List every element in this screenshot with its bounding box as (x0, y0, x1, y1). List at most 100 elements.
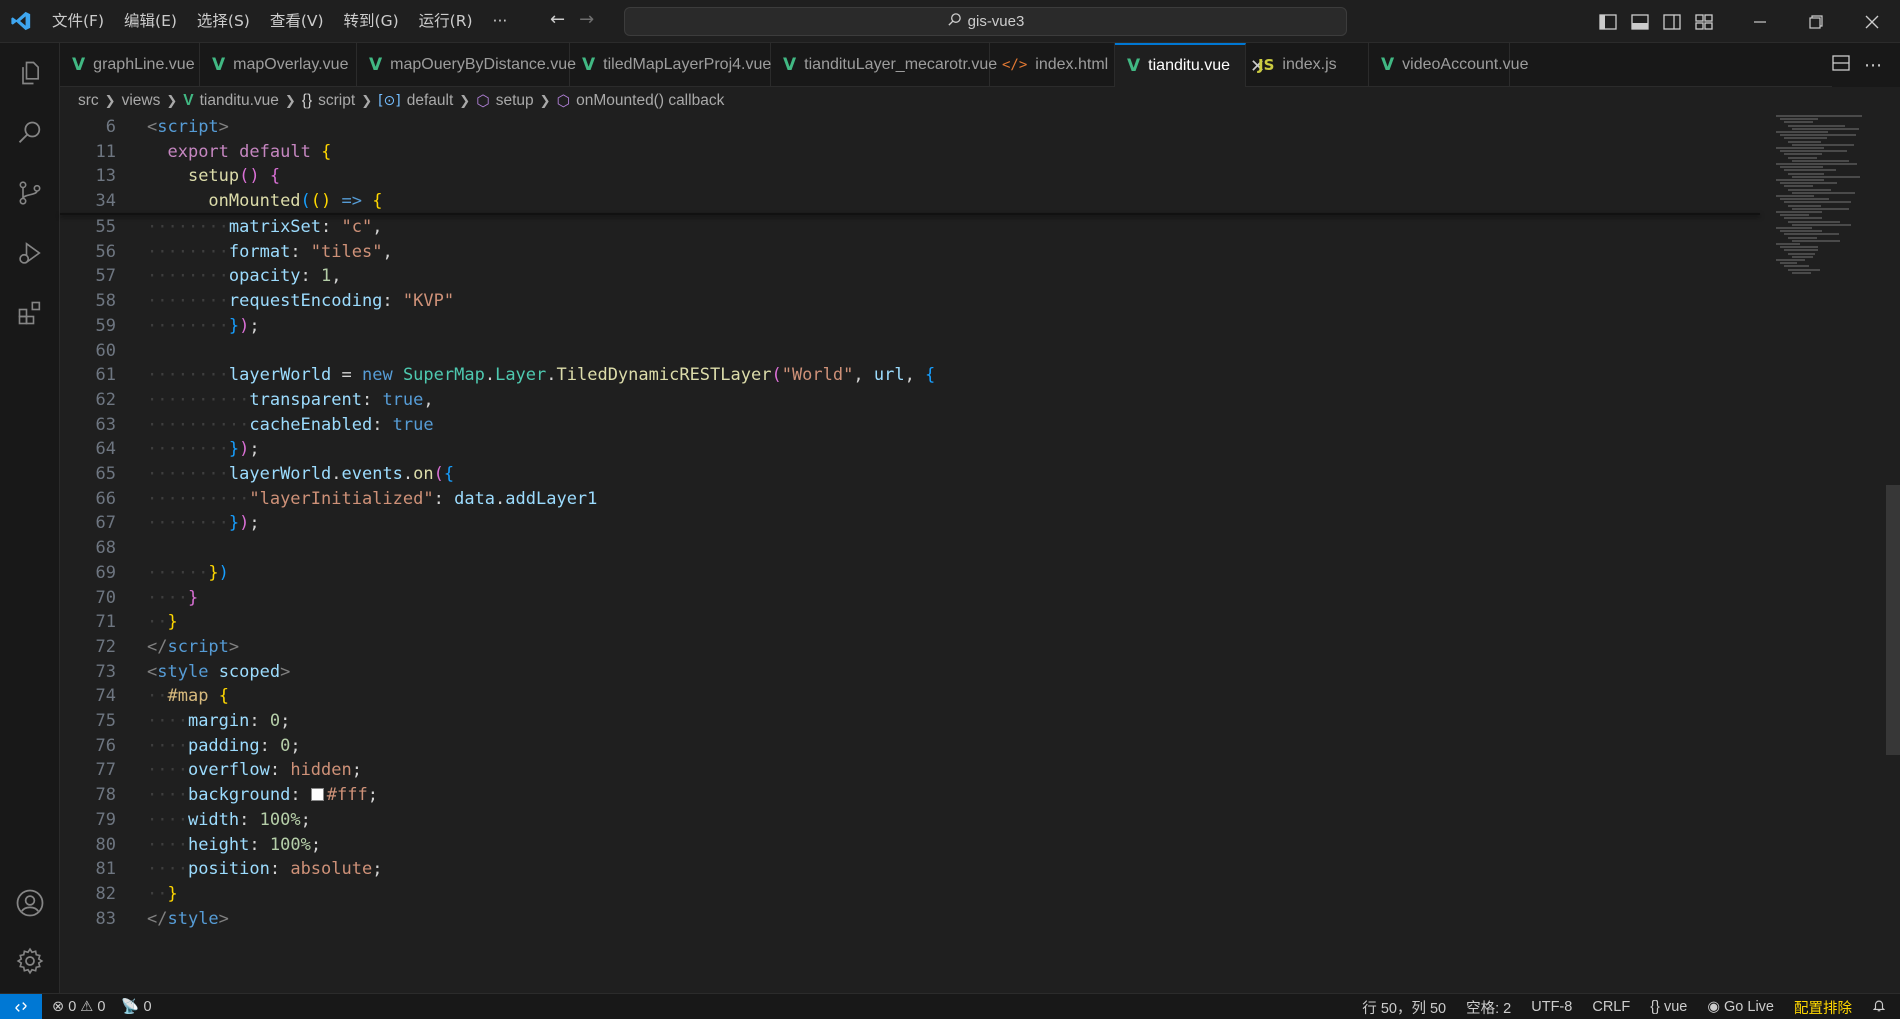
chevron-right-icon: ❯ (166, 93, 178, 109)
problems-indicator[interactable]: ⊗ 0 ⚠ 0 (52, 999, 105, 1015)
whitespace-marker: ········ (147, 241, 229, 262)
settings-gear-icon[interactable] (0, 933, 60, 989)
tab-tianditu-vue[interactable]: Vtianditu.vue ✕ (1115, 43, 1265, 87)
code-token: 100% (259, 809, 301, 830)
menu-item[interactable]: 选择(S) (187, 0, 260, 43)
code-token: > (218, 908, 229, 929)
breadcrumb-views[interactable]: views (122, 92, 161, 110)
menu-item[interactable]: 编辑(E) (114, 0, 187, 43)
code-line: 72 </script> (60, 635, 1760, 660)
code-token: { (925, 365, 936, 386)
minimap-line (1784, 137, 1827, 140)
tab-tianditulayer-mecarotr-vue[interactable]: VtiandituLayer_mecarotr.vue (771, 43, 997, 87)
tab-index-html[interactable]: </> index.html (990, 43, 1115, 87)
toggle-panel-icon[interactable] (1624, 0, 1656, 43)
more-menu-button[interactable]: ··· (483, 0, 518, 43)
line-text: ··} (147, 610, 178, 635)
code-token: TiledDynamicRESTLayer (556, 365, 772, 386)
line-number: 68 (95, 538, 116, 559)
minimap-line (1788, 236, 1817, 239)
ports-indicator[interactable]: 📡 0 (121, 998, 151, 1015)
restore-icon[interactable] (1788, 0, 1844, 43)
chevron-right-icon: ❯ (284, 93, 296, 109)
minimap-line (1780, 262, 1798, 265)
minimap[interactable] (1776, 115, 1886, 285)
line-number: 67 (95, 513, 116, 534)
minimap-line (1788, 172, 1825, 175)
minimap-line (1784, 249, 1819, 252)
command-center-search[interactable]: gis-vue3 (624, 7, 1347, 36)
config-exclude-button[interactable]: 配置排除 (1794, 997, 1852, 1018)
notifications-bell-icon[interactable] (1872, 998, 1886, 1017)
minimap-line (1784, 121, 1813, 124)
tab-graphline-vue[interactable]: VgraphLine.vue (60, 43, 200, 87)
go-live-button[interactable]: ◉ Go Live (1707, 999, 1774, 1015)
code-token: () (239, 166, 260, 187)
source-control-icon[interactable] (0, 165, 60, 221)
split-editor-icon[interactable] (1832, 55, 1850, 75)
tab-index-js[interactable]: JS index.js (1246, 43, 1369, 87)
tab-mapoverlay-vue[interactable]: VmapOverlay.vue (200, 43, 357, 87)
breadcrumb-callback[interactable]: onMounted() callback (576, 92, 724, 110)
minimap-line (1784, 233, 1840, 236)
code-token: ( (433, 464, 444, 484)
close-window-icon[interactable] (1844, 0, 1900, 43)
language-mode[interactable]: {} vue (1650, 999, 1687, 1015)
color-swatch[interactable] (310, 788, 324, 802)
line-text: ··········cacheEnabled: true (147, 413, 434, 438)
tab-mapouerybydistance-vue[interactable]: VmapOueryByDistance.vue (357, 43, 576, 87)
end-of-line[interactable]: CRLF (1592, 999, 1630, 1015)
code-token: ) (218, 562, 229, 583)
toggle-secondary-sidebar-icon[interactable] (1656, 0, 1688, 43)
whitespace-marker: ···· (147, 711, 188, 731)
menu-item[interactable]: 转到(G) (334, 0, 409, 43)
code-token: > (218, 117, 229, 137)
breadcrumb-file[interactable]: tianditu.vue (200, 92, 279, 110)
code-editor[interactable]: 6 <script> 11 export default {13 setup() {… (60, 115, 1900, 993)
whitespace-marker: ········ (147, 513, 229, 534)
code-token: ) (239, 315, 250, 336)
workspace-name: gis-vue3 (967, 13, 1025, 30)
code-token: true (382, 389, 424, 410)
tab-videoaccount-vue[interactable]: VvideoAccount.vue (1369, 43, 1528, 87)
code-token: padding (187, 735, 260, 756)
vue-file-icon: V (783, 55, 797, 75)
code-token: > (280, 661, 291, 682)
line-number: 66 (95, 488, 116, 509)
vertical-scrollbar[interactable] (1886, 485, 1900, 755)
indentation-setting[interactable]: 空格: 2 (1466, 997, 1511, 1018)
back-arrow-icon[interactable]: ← (550, 9, 565, 30)
code-token: margin (187, 711, 250, 731)
breadcrumb-default[interactable]: default (407, 92, 454, 110)
search-icon[interactable] (0, 105, 60, 161)
toggle-primary-sidebar-icon[interactable] (1592, 0, 1624, 43)
breadcrumb-script[interactable]: script (318, 92, 355, 110)
accounts-icon[interactable] (0, 875, 60, 931)
minimize-icon[interactable] (1732, 0, 1788, 43)
breadcrumb-src[interactable]: src (78, 92, 99, 110)
extensions-icon[interactable] (0, 285, 60, 341)
file-encoding[interactable]: UTF-8 (1531, 999, 1572, 1015)
code-line: 74 ··#map { (60, 684, 1760, 709)
cursor-position[interactable]: 行 50，列 50 (1362, 997, 1446, 1018)
line-number: 55 (95, 217, 116, 237)
forward-arrow-icon[interactable]: → (579, 9, 594, 30)
menu-item[interactable]: 运行(R) (409, 0, 483, 43)
run-debug-icon[interactable] (0, 225, 60, 281)
minimap-line (1788, 124, 1845, 127)
breadcrumb-setup[interactable]: setup (496, 92, 534, 110)
remote-indicator-icon[interactable] (0, 993, 42, 1019)
customize-layout-icon[interactable] (1688, 0, 1720, 43)
code-token: "tiles" (310, 241, 383, 262)
code-line: 64 ········}); (60, 437, 1760, 462)
explorer-icon[interactable] (0, 45, 60, 101)
code-line: 60 (60, 339, 1760, 364)
code-token: { (443, 464, 455, 484)
code-token: . (546, 365, 557, 386)
menu-item[interactable]: 查看(V) (260, 0, 334, 43)
more-actions-icon[interactable]: ⋯ (1864, 55, 1882, 76)
tab-tiledmaplayerproj4-vue[interactable]: VtiledMapLayerProj4.vue (570, 43, 771, 87)
menu-item[interactable]: 文件(F) (42, 0, 114, 43)
code-token: } (228, 439, 240, 460)
